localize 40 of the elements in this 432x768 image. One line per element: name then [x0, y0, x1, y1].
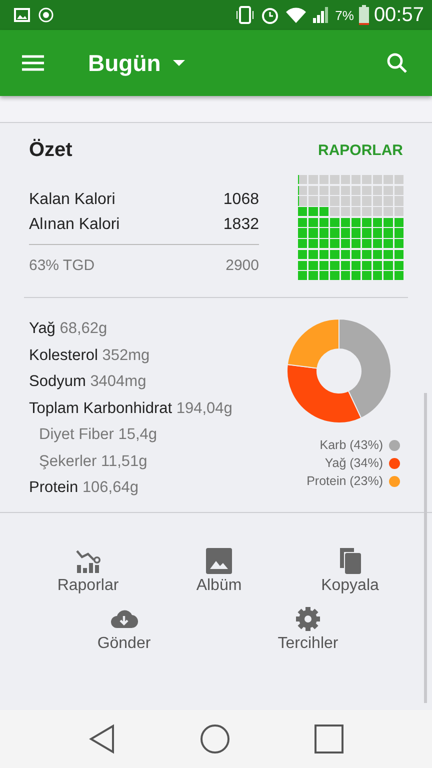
- search-icon[interactable]: [386, 52, 408, 74]
- date-dropdown[interactable]: Bugün: [88, 50, 161, 76]
- nutrient-line: Toplam Karbonhidrat 194,04g: [29, 398, 232, 419]
- reports-action[interactable]: Raporlar: [36, 546, 140, 595]
- signal-icon: [312, 6, 330, 24]
- settings-icon: [294, 604, 322, 633]
- nutrient-line: Sodyum 3404mg: [29, 372, 148, 392]
- goal-value: 2900: [226, 257, 259, 274]
- copy-action[interactable]: Kopyala: [298, 546, 402, 595]
- calorie-label: Kalan Kalori: [29, 190, 116, 208]
- image-icon: [205, 546, 233, 575]
- image-icon: [14, 8, 30, 22]
- caret-icon[interactable]: [172, 60, 185, 66]
- legend-label: Yağ (34%): [324, 456, 383, 470]
- vibrate-icon: [235, 5, 256, 25]
- wifi-icon: [285, 6, 308, 24]
- legend-label: Protein (23%): [306, 474, 383, 488]
- upload-action[interactable]: Gönder: [72, 604, 176, 653]
- goal-label: 63% TGD: [29, 257, 95, 274]
- calorie-value: 1068: [223, 190, 259, 208]
- calorie-value: 1832: [223, 216, 259, 234]
- album-action[interactable]: Albüm: [167, 546, 271, 595]
- circle-badge-icon: [38, 7, 54, 23]
- nutrient-line: Diyet Fiber 15,4g: [38, 425, 158, 446]
- nutrient-line: Protein 106,64g: [29, 478, 140, 498]
- battery-percent: 7%: [335, 8, 354, 22]
- calorie-label: Alınan Kalori: [29, 216, 120, 234]
- settings-action[interactable]: Tercihler: [256, 604, 360, 653]
- menu-icon[interactable]: [22, 55, 44, 71]
- battery-icon: [358, 5, 369, 25]
- section-title: Özet: [29, 138, 72, 162]
- recents-icon[interactable]: [314, 724, 344, 754]
- nutrient-line: Şekerler 11,51g: [38, 452, 148, 472]
- legend-label: Karb (43%): [320, 438, 383, 452]
- back-icon[interactable]: [88, 724, 116, 754]
- nutrient-line: Yağ 68,62g: [29, 319, 108, 340]
- home-icon[interactable]: [200, 724, 230, 754]
- clock-time: 00:57: [374, 4, 424, 26]
- alarm-icon: [260, 5, 280, 25]
- nutrient-line: Kolesterol 352mg: [29, 346, 151, 366]
